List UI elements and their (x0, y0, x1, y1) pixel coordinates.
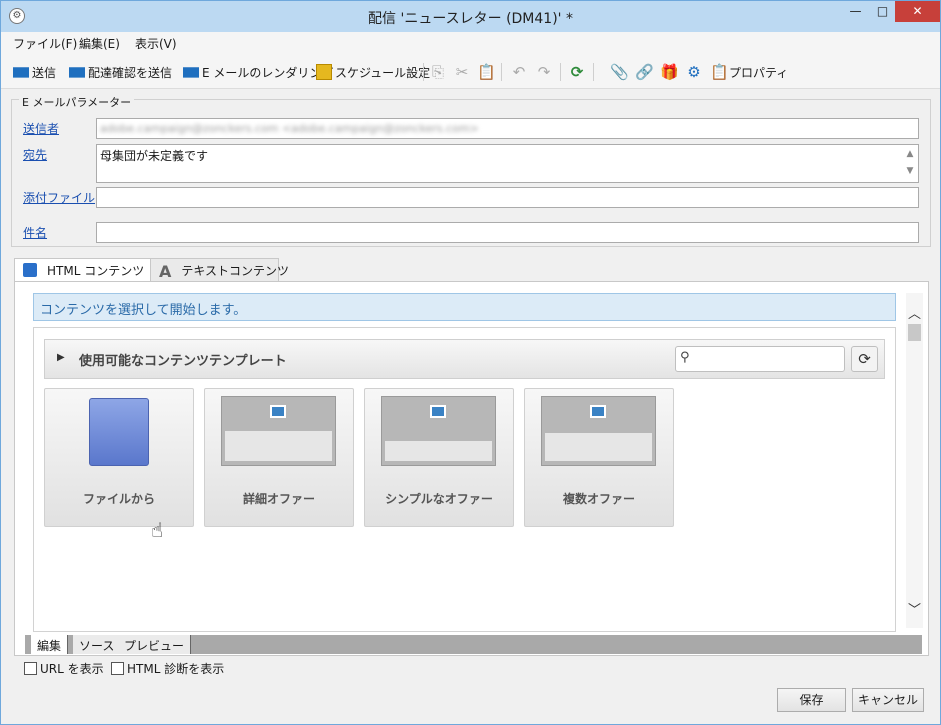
close-button[interactable]: ✕ (895, 1, 940, 22)
clipboard-icon: 📋 (710, 63, 729, 81)
menu-view[interactable]: 表示(V) (135, 35, 177, 52)
envelope-check-icon (69, 67, 85, 78)
expand-arrow-icon[interactable]: ▶ (57, 352, 65, 363)
template-card-from-file[interactable]: ファイルから (44, 388, 194, 527)
calendar-icon (316, 64, 332, 80)
template-card-simple-offer[interactable]: シンプルなオファー (364, 388, 514, 527)
toolbar-separator (423, 63, 424, 81)
app-window: ⚙ 配信 'ニュースレター (DM41)' * — □ ✕ ファイル(F) 編集… (0, 0, 941, 725)
refresh-icon: ⟳ (858, 350, 871, 368)
refresh-button[interactable]: ⟳ (851, 346, 878, 372)
html-icon (23, 263, 37, 277)
refresh-icon[interactable]: ⟳ (568, 63, 586, 81)
send-button[interactable]: 送信 (13, 63, 56, 81)
templates-title: 使用可能なコンテンツテンプレート (79, 354, 287, 369)
vertical-scrollbar[interactable] (906, 293, 923, 628)
folder-icon (89, 398, 149, 466)
window-title: 配信 'ニュースレター (DM41)' * (368, 11, 573, 27)
tab-source[interactable]: ソース (73, 635, 122, 654)
toolbar: 送信 配達確認を送信 E メールのレンダリング スケジュール設定 ⎘ ✂ 📋 ↶… (1, 54, 940, 89)
link-icon[interactable]: 🔗 (635, 63, 654, 81)
email-preview-icon (590, 405, 606, 418)
scroll-thumb[interactable] (908, 324, 921, 341)
template-card-detailed-offer[interactable]: 詳細オファー (204, 388, 354, 527)
template-card-multiple-offers[interactable]: 複数オファー (524, 388, 674, 527)
cancel-button[interactable]: キャンセル (852, 688, 924, 712)
maximize-button[interactable]: □ (869, 1, 896, 22)
scroll-down-icon[interactable]: ﹀ (906, 599, 923, 618)
subject-field[interactable] (96, 222, 919, 243)
properties-button[interactable]: 📋 プロパティ (710, 63, 788, 81)
search-input[interactable] (675, 346, 845, 372)
tab-text-content[interactable]: A テキストコンテンツ (150, 258, 289, 281)
sender-link[interactable]: 送信者 (23, 120, 59, 137)
to-link[interactable]: 宛先 (23, 146, 47, 163)
tab-preview[interactable]: プレビュー (118, 635, 192, 654)
redo-icon[interactable]: ↷ (535, 63, 553, 81)
menu-bar: ファイル(F) 編集(E) 表示(V) (1, 32, 940, 54)
schedule-button[interactable]: スケジュール設定 (316, 63, 430, 81)
title-bar: ⚙ 配信 'ニュースレター (DM41)' * — □ ✕ (1, 1, 940, 32)
send-proof-button[interactable]: 配達確認を送信 (69, 63, 172, 81)
editor-mode-tabs: 編集 ソース プレビュー (25, 635, 922, 654)
cut-icon[interactable]: ✂ (453, 63, 471, 81)
template-thumbnail (541, 396, 656, 466)
envelope-icon (13, 67, 29, 78)
attachments-link[interactable]: 添付ファイル (23, 189, 95, 206)
envelope-render-icon (183, 67, 199, 78)
to-field[interactable]: 母集団が未定義です ▲ ▼ (96, 144, 919, 183)
checkbox-box[interactable] (24, 662, 37, 675)
checkbox-box[interactable] (111, 662, 124, 675)
gift-icon[interactable]: 🎁 (660, 63, 679, 81)
email-params-legend: E メールパラメーター (19, 94, 135, 110)
attachments-field[interactable] (96, 187, 919, 208)
undo-icon[interactable]: ↶ (510, 63, 528, 81)
show-url-checkbox[interactable]: URL を表示 (24, 660, 104, 677)
minimize-button[interactable]: — (842, 1, 869, 22)
email-preview-icon (270, 405, 286, 418)
sender-field[interactable]: adobe.campaign@zonckers.com <adobe.campa… (96, 118, 919, 139)
show-html-diag-checkbox[interactable]: HTML 診断を表示 (111, 660, 224, 677)
tab-edit[interactable]: 編集 (31, 635, 69, 654)
to-field-scrollbar[interactable]: ▲ ▼ (904, 146, 916, 180)
save-button[interactable]: 保存 (777, 688, 846, 712)
email-preview-icon (430, 405, 446, 418)
toolbar-separator (560, 63, 561, 81)
hand-cursor-icon: ☝ (151, 518, 164, 542)
info-bar: コンテンツを選択して開始します。 (33, 293, 896, 321)
menu-file[interactable]: ファイル(F) (13, 35, 77, 52)
text-a-icon: A (159, 262, 172, 281)
subject-link[interactable]: 件名 (23, 224, 47, 241)
tracking-icon[interactable]: ⚙ (685, 63, 703, 81)
template-thumbnail (221, 396, 336, 466)
paste-icon[interactable]: 📋 (477, 63, 496, 81)
search-icon: ⚲ (680, 350, 690, 365)
toolbar-separator (593, 63, 594, 81)
toolbar-separator (501, 63, 502, 81)
paperclip-icon[interactable]: 📎 (610, 63, 629, 81)
tab-html-content[interactable]: HTML コンテンツ (14, 258, 151, 283)
copy-icon[interactable]: ⎘ (429, 63, 447, 81)
menu-edit[interactable]: 編集(E) (79, 35, 120, 52)
scroll-up-icon[interactable]: ︿ (906, 303, 923, 322)
email-rendering-button[interactable]: E メールのレンダリング (183, 63, 333, 81)
template-thumbnail (381, 396, 496, 466)
